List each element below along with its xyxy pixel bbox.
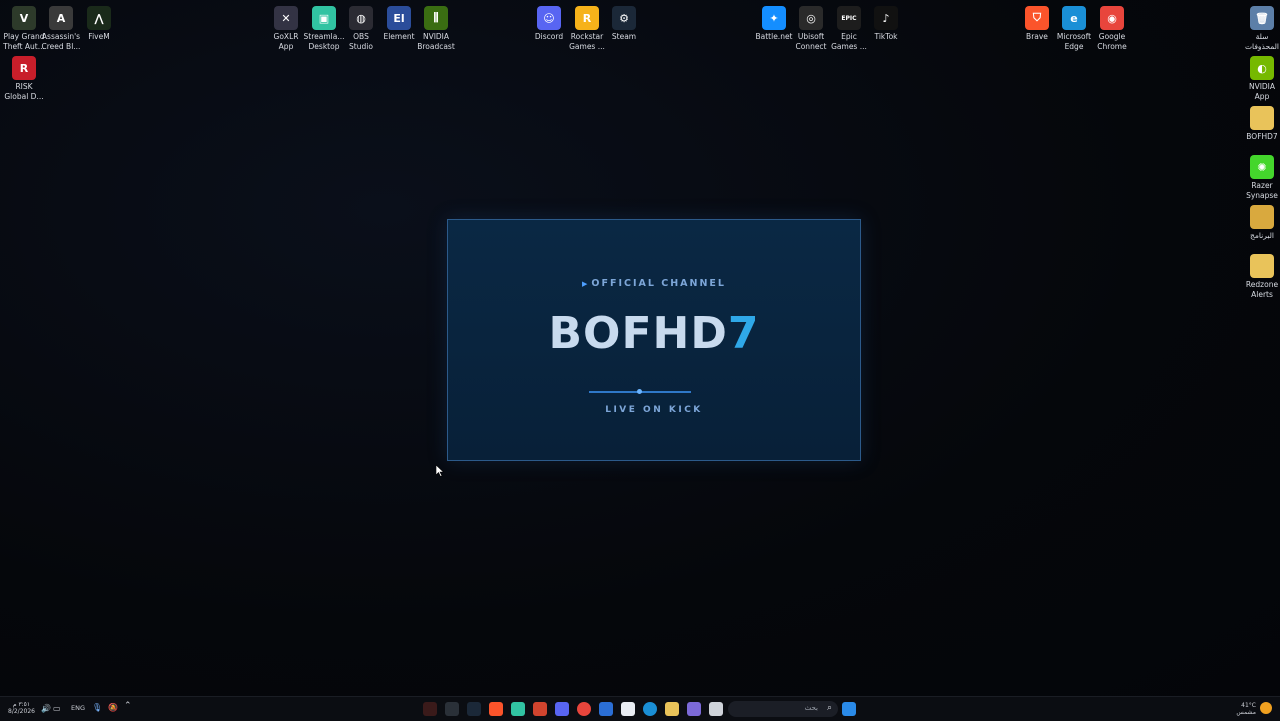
desktop-shortcut[interactable]: البرنامج bbox=[1242, 205, 1280, 241]
desktop-shortcut-label: BOFHD7 bbox=[1246, 132, 1278, 141]
banner-divider bbox=[589, 389, 691, 394]
recycle-bin-icon: 🗑 bbox=[1250, 6, 1274, 30]
assassins-creed-icon: A bbox=[49, 6, 73, 30]
taskbar-app-icon[interactable] bbox=[533, 702, 547, 716]
desktop-shortcut[interactable]: ☺ Discord bbox=[529, 6, 569, 42]
desktop-shortcut[interactable]: ✺ Razer Synapse bbox=[1242, 155, 1280, 200]
desktop-shortcut-label: NVIDIA Broadcast bbox=[417, 32, 455, 51]
banner-subtitle: LIVE ON KICK bbox=[605, 405, 703, 415]
desktop-shortcut[interactable]: BOFHD7 bbox=[1242, 106, 1280, 142]
goxlr-icon: ✕ bbox=[274, 6, 298, 30]
nvidia-broadcast-icon: ⫼ bbox=[424, 6, 448, 30]
epic-games-icon: EPIC bbox=[837, 6, 861, 30]
desktop-shortcut[interactable]: ◎ Ubisoft Connect bbox=[791, 6, 831, 51]
razer-icon: ✺ bbox=[1250, 155, 1274, 179]
desktop-shortcut[interactable]: R Rockstar Games ... bbox=[567, 6, 607, 51]
desktop-shortcut[interactable]: 🗑 سلة المحذوفات bbox=[1242, 6, 1280, 51]
mouse-cursor-icon bbox=[436, 465, 444, 477]
channel-banner-window[interactable]: ▶ OFFICIAL CHANNEL BOFHD7 LIVE ON KICK bbox=[447, 219, 861, 461]
start-icon[interactable] bbox=[842, 702, 856, 716]
folder-icon bbox=[1250, 106, 1274, 130]
desktop-shortcut[interactable]: V Play Grand Theft Aut... bbox=[3, 6, 45, 51]
banner-kicker: ▶ OFFICIAL CHANNEL bbox=[582, 278, 726, 289]
taskbar-mail-icon[interactable] bbox=[599, 702, 613, 716]
taskbar-discord-icon[interactable] bbox=[555, 702, 569, 716]
fivem-icon: ⋀ bbox=[87, 6, 111, 30]
sun-icon[interactable] bbox=[1260, 702, 1272, 714]
chrome-icon: ◉ bbox=[1100, 6, 1124, 30]
desktop-shortcut[interactable]: ⚙ Steam bbox=[604, 6, 644, 42]
desktop-shortcut-label: RISK Global D... bbox=[4, 82, 44, 101]
taskbar-copilot-icon[interactable] bbox=[687, 702, 701, 716]
desktop-shortcut[interactable]: ♪ TikTok bbox=[866, 6, 906, 42]
taskbar-risk-icon[interactable] bbox=[423, 702, 437, 716]
taskbar-task-view-icon[interactable] bbox=[709, 702, 723, 716]
desktop-shortcut-label: TikTok bbox=[874, 32, 898, 41]
search-icon: ⌕ bbox=[826, 703, 832, 713]
taskbar-steam-icon[interactable] bbox=[467, 702, 481, 716]
desktop-shortcut-label: Steam bbox=[611, 32, 637, 41]
search-placeholder: بحث bbox=[804, 704, 818, 712]
desktop-shortcut[interactable]: ⋀ FiveM bbox=[79, 6, 119, 42]
element-icon: El bbox=[387, 6, 411, 30]
nvidia-app-icon: ◐ bbox=[1250, 56, 1274, 80]
speaker-icon[interactable]: 🔊 bbox=[41, 705, 51, 713]
desktop-shortcut-label: البرنامج bbox=[1249, 231, 1274, 240]
desktop-shortcut[interactable]: A Assassin's Creed Bl... bbox=[41, 6, 81, 51]
desktop-shortcut[interactable]: ⛉ Brave bbox=[1017, 6, 1057, 42]
tiktok-icon: ♪ bbox=[874, 6, 898, 30]
desktop-shortcut-label: سلة المحذوفات bbox=[1244, 32, 1280, 51]
ubisoft-icon: ◎ bbox=[799, 6, 823, 30]
desktop-shortcut-label: Redzone Alerts bbox=[1245, 280, 1279, 299]
rockstar-icon: R bbox=[575, 6, 599, 30]
folder-icon bbox=[1250, 254, 1274, 278]
desktop-shortcut[interactable]: ▣ Streamla... Desktop bbox=[304, 6, 344, 51]
taskbar-chrome-icon[interactable] bbox=[577, 702, 591, 716]
desktop-shortcut[interactable]: EPIC Epic Games ... bbox=[829, 6, 869, 51]
desktop-shortcut[interactable]: e Microsoft Edge bbox=[1054, 6, 1094, 51]
clock[interactable]: ٣:٥١ م 8/2/2026 bbox=[8, 701, 35, 715]
desktop-shortcut[interactable]: ⫼ NVIDIA Broadcast bbox=[416, 6, 456, 51]
battlenet-icon: ✦ bbox=[762, 6, 786, 30]
desktop-shortcut-label: Razer Synapse bbox=[1246, 181, 1278, 200]
search-input[interactable]: بحث ⌕ bbox=[728, 701, 838, 717]
desktop-shortcut-label: FiveM bbox=[88, 32, 110, 41]
desktop-shortcut[interactable]: R RISK Global D... bbox=[4, 56, 44, 101]
taskbar-brave-icon[interactable] bbox=[489, 702, 503, 716]
folder-icon bbox=[1250, 205, 1274, 229]
desktop-shortcut[interactable]: Redzone Alerts bbox=[1242, 254, 1280, 299]
edge-icon: e bbox=[1062, 6, 1086, 30]
chevron-up-icon[interactable]: ⌃ bbox=[124, 702, 132, 711]
desktop-shortcut[interactable]: ◐ NVIDIA App bbox=[1242, 56, 1280, 101]
desktop-shortcut[interactable]: El Element bbox=[379, 6, 419, 42]
microphone-icon[interactable]: 🎙 bbox=[92, 704, 102, 712]
desktop-shortcut[interactable]: ✕ GoXLR App bbox=[266, 6, 306, 51]
desktop-shortcut-label: Google Chrome bbox=[1097, 32, 1127, 51]
banner-title: BOFHD7 bbox=[548, 308, 760, 359]
taskbar-store-icon[interactable] bbox=[621, 702, 635, 716]
brave-icon: ⛉ bbox=[1025, 6, 1049, 30]
taskbar-explorer-icon[interactable] bbox=[665, 702, 679, 716]
taskbar-edge-icon[interactable] bbox=[643, 702, 657, 716]
discord-icon: ☺ bbox=[537, 6, 561, 30]
desktop-shortcut[interactable]: ◉ Google Chrome bbox=[1092, 6, 1132, 51]
language-indicator[interactable]: ENG bbox=[71, 705, 85, 712]
steam-icon: ⚙ bbox=[612, 6, 636, 30]
streamlabs-icon: ▣ bbox=[312, 6, 336, 30]
risk-icon: R bbox=[12, 56, 36, 80]
weather-widget[interactable]: 41°C مشمس bbox=[1236, 702, 1256, 716]
gta-v-icon: V bbox=[12, 6, 36, 30]
taskbar-goxlr-icon[interactable] bbox=[445, 702, 459, 716]
obs-icon: ◍ bbox=[349, 6, 373, 30]
desktop-shortcut[interactable]: ✦ Battle.net bbox=[754, 6, 794, 42]
desktop-shortcut[interactable]: ◍ OBS Studio bbox=[341, 6, 381, 51]
network-icon[interactable]: ▭ bbox=[53, 705, 61, 713]
taskbar: ٣:٥١ م 8/2/2026 🔊 ▭ ENG 🎙 🔕 ⌃ بحث ⌕ 41°C… bbox=[0, 696, 1280, 721]
desktop: V Play Grand Theft Aut... A Assassin's Cree… bbox=[0, 0, 1280, 696]
notifications-muted-icon[interactable]: 🔕 bbox=[108, 704, 118, 712]
taskbar-streamlabs-icon[interactable] bbox=[511, 702, 525, 716]
desktop-shortcut-label: NVIDIA App bbox=[1248, 82, 1276, 101]
